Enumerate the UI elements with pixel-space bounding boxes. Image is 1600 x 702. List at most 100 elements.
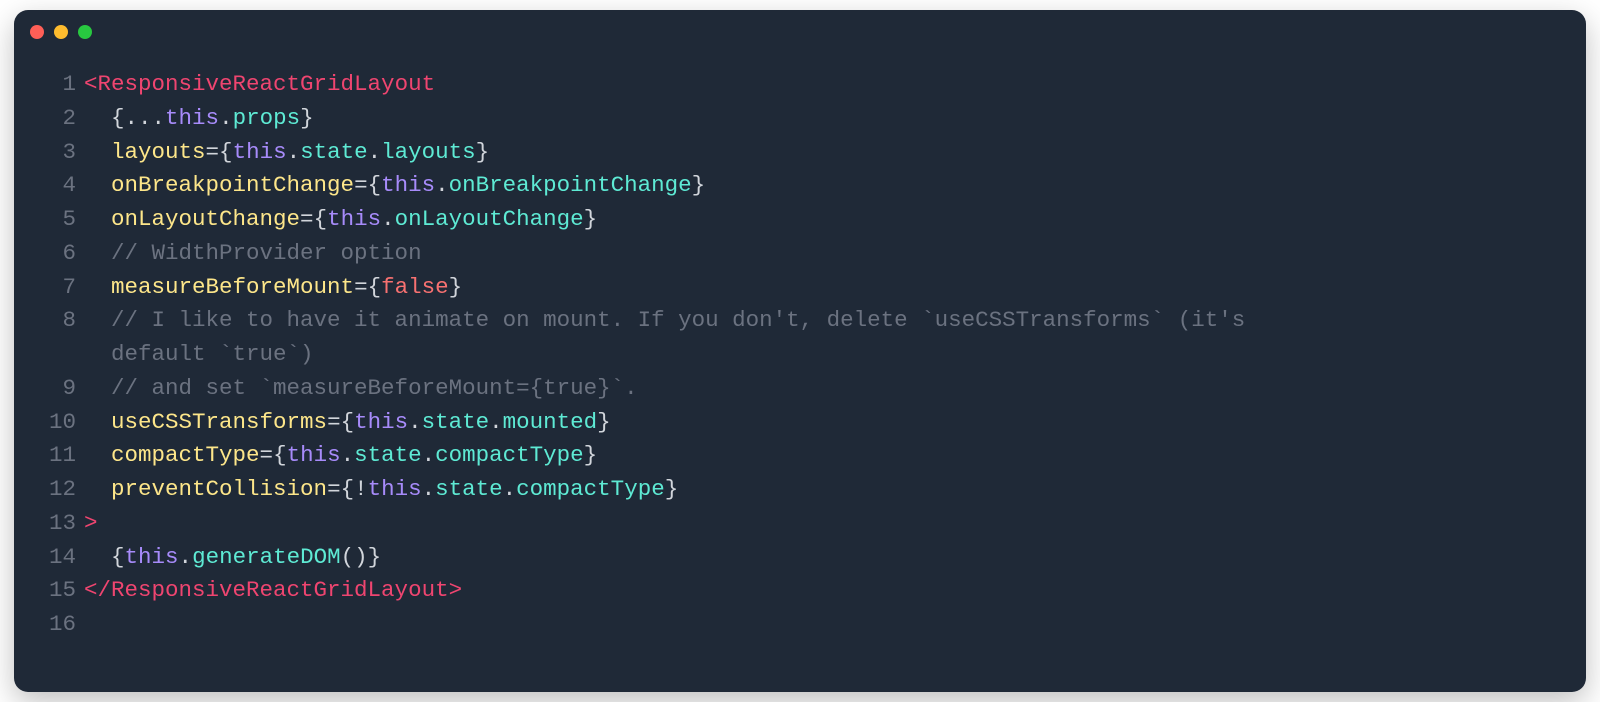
token: . [368,139,382,165]
token: . [287,139,301,165]
token: onLayoutChange [111,206,300,232]
code-content: > [84,507,1564,541]
code-line: 7 measureBeforeMount={false} [36,271,1564,305]
zoom-icon[interactable] [78,25,92,39]
token: = [327,476,341,502]
token: { [341,409,355,435]
code-content: measureBeforeMount={false} [84,271,1564,305]
token: layouts [111,139,206,165]
code-content: // WidthProvider option [84,237,1564,271]
code-line: default `true`) [36,338,1564,372]
token [84,172,111,198]
code-line: 1<ResponsiveReactGridLayout [36,68,1564,102]
line-number: 12 [36,473,84,507]
token: // WidthProvider option [111,240,422,266]
token [84,206,111,232]
token: } [597,409,611,435]
token [84,307,111,333]
token: { [273,442,287,468]
token: = [206,139,220,165]
token: state [354,442,422,468]
token: . [179,544,193,570]
code-content: layouts={this.state.layouts} [84,136,1564,170]
token: { [111,105,125,131]
token: } [692,172,706,198]
token: } [300,105,314,131]
token: { [219,139,233,165]
token: { [368,172,382,198]
token: default `true`) [84,341,314,367]
code-line: 8 // I like to have it animate on mount.… [36,304,1564,338]
token: ... [125,105,166,131]
token [84,375,111,401]
token [84,240,111,266]
code-window: 1<ResponsiveReactGridLayout2 {...this.pr… [14,10,1586,692]
token: state [422,409,490,435]
token: < [84,71,98,97]
token: . [489,409,503,435]
code-line: 10 useCSSTransforms={this.state.mounted} [36,406,1564,440]
line-number: 2 [36,102,84,136]
token: onBreakpointChange [449,172,692,198]
line-number: 16 [36,608,84,642]
token: . [422,442,436,468]
token: compactType [435,442,584,468]
code-line: 4 onBreakpointChange={this.onBreakpointC… [36,169,1564,203]
line-number: 11 [36,439,84,473]
window-controls [30,25,92,39]
code-content: {this.generateDOM()} [84,541,1564,575]
token: generateDOM [192,544,341,570]
code-content: <ResponsiveReactGridLayout [84,68,1564,102]
token: . [408,409,422,435]
token: . [219,105,233,131]
token: mounted [503,409,598,435]
line-number: 14 [36,541,84,575]
token: . [381,206,395,232]
code-line: 9 // and set `measureBeforeMount={true}`… [36,372,1564,406]
line-number: 15 [36,574,84,608]
code-content: </ResponsiveReactGridLayout> [84,574,1564,608]
token: } [449,274,463,300]
token: } [665,476,679,502]
minimize-icon[interactable] [54,25,68,39]
token: this [125,544,179,570]
token: this [287,442,341,468]
token: onLayoutChange [395,206,584,232]
token: . [435,172,449,198]
token: { [368,274,382,300]
token: > [449,577,463,603]
token: . [503,476,517,502]
token: = [260,442,274,468]
token: ! [354,476,368,502]
line-number: 13 [36,507,84,541]
token: measureBeforeMount [111,274,354,300]
token: this [381,172,435,198]
token [84,139,111,165]
token: </ [84,577,111,603]
token: state [435,476,503,502]
token: } [584,442,598,468]
token: ) [354,544,368,570]
token [84,442,111,468]
token [84,476,111,502]
token [84,105,111,131]
token: this [233,139,287,165]
token [84,544,111,570]
close-icon[interactable] [30,25,44,39]
code-editor[interactable]: 1<ResponsiveReactGridLayout2 {...this.pr… [14,54,1586,692]
line-number: 8 [36,304,84,338]
line-number: 9 [36,372,84,406]
token: = [354,274,368,300]
token: compactType [111,442,260,468]
code-line: 12 preventCollision={!this.state.compact… [36,473,1564,507]
code-line: 3 layouts={this.state.layouts} [36,136,1564,170]
code-line: 14 {this.generateDOM()} [36,541,1564,575]
code-content: // I like to have it animate on mount. I… [84,304,1564,338]
token: = [354,172,368,198]
code-line: 15</ResponsiveReactGridLayout> [36,574,1564,608]
token: = [300,206,314,232]
token: this [354,409,408,435]
token: state [300,139,368,165]
token: { [111,544,125,570]
token: false [381,274,449,300]
